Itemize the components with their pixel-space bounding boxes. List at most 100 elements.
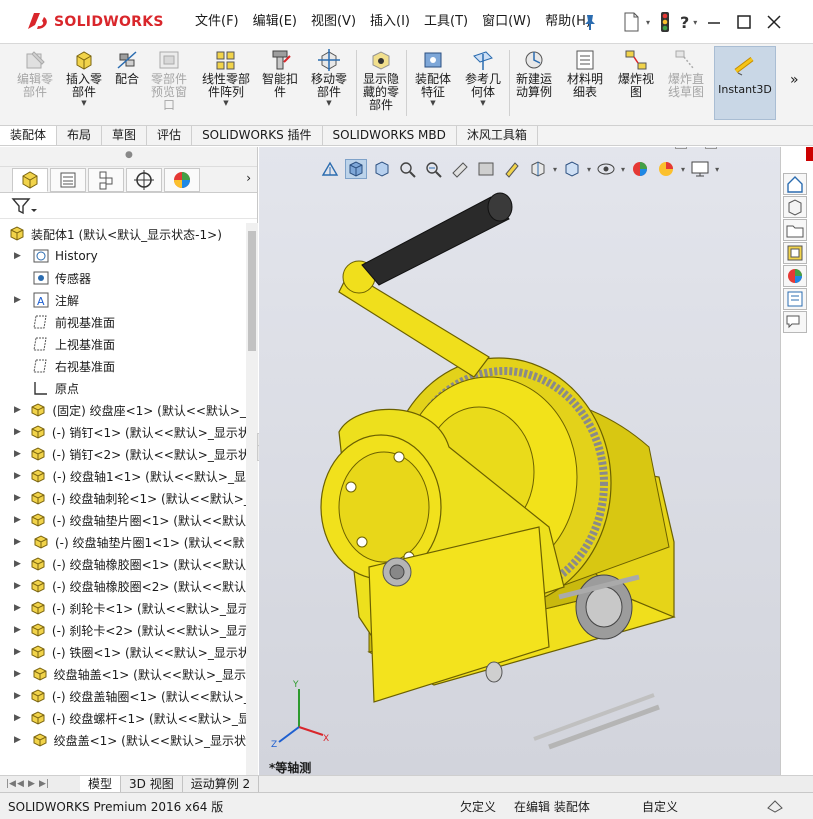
assembly-feature-dropdown-icon[interactable]: ▼ <box>410 99 456 107</box>
menu-window[interactable]: 窗口(W) <box>475 13 538 31</box>
tree-item[interactable]: ▶ (-) 绞盘轴垫片圈1<1> (默认<<默 <box>0 531 246 553</box>
unit-system[interactable]: 自定义 <box>642 798 678 815</box>
splitter-handle-icon[interactable]: ● <box>125 150 133 160</box>
tree-item[interactable]: ▶ (-) 绞盘轴橡胶圈<2> (默认<<默认 <box>0 575 246 597</box>
tree-item[interactable]: ▶ (-) 绞盘轴橡胶圈<1> (默认<<默认 <box>0 553 246 575</box>
design-library-icon[interactable] <box>783 196 807 218</box>
close-icon[interactable] <box>761 9 787 35</box>
expand-arrow-icon[interactable]: ▶ <box>14 493 21 503</box>
tree-item[interactable]: ▶ (-) 销钉<1> (默认<<默认>_显示状 <box>0 421 246 443</box>
tree-root[interactable]: 装配体1 (默认<默认_显示状态-1>) <box>0 223 246 245</box>
tree-item[interactable]: 前视基准面 <box>0 311 246 333</box>
expand-arrow-icon[interactable]: ▶ <box>14 295 24 305</box>
tree-item[interactable]: ▶ 绞盘轴盖<1> (默认<<默认>_显示 <box>0 663 246 685</box>
exploded-view-button[interactable]: 爆炸视 图 <box>613 48 659 99</box>
minimize-icon[interactable] <box>701 9 727 35</box>
maximize-icon[interactable] <box>731 9 757 35</box>
expand-arrow-icon[interactable]: ▶ <box>14 405 21 415</box>
pin-icon[interactable] <box>580 12 600 32</box>
move-component-dropdown-icon[interactable]: ▼ <box>305 99 353 107</box>
tab-motion-study-2[interactable]: 运动算例 2 <box>183 776 260 792</box>
graphics-area[interactable]: ▾ ▾ ▾ ▾ ▾ ✕ <box>259 147 780 775</box>
chevron-right-icon[interactable]: › <box>246 171 251 185</box>
tree-item[interactable]: ▶ (-) 刹轮卡<2> (默认<<默认>_显示 <box>0 619 246 641</box>
bom-button[interactable]: 材料明 细表 <box>561 48 609 99</box>
smart-fastener-button[interactable]: 智能扣 件 <box>258 48 302 99</box>
tree-filter[interactable] <box>0 193 257 219</box>
edit-component-button[interactable]: 编辑零 部件 <box>10 48 60 99</box>
expand-arrow-icon[interactable]: ▶ <box>14 691 21 701</box>
tab-mufeng-toolbox[interactable]: 沐风工具箱 <box>457 126 538 145</box>
customize-status-icon[interactable] <box>765 796 785 814</box>
component-preview-button[interactable]: 零部件 预览窗 口 <box>146 48 192 112</box>
tab-3d-view[interactable]: 3D 视图 <box>121 776 183 792</box>
tab-model[interactable]: 模型 <box>80 776 122 792</box>
tree-item[interactable]: ▶ (-) 绞盘轴刺轮<1> (默认<<默认>_ <box>0 487 246 509</box>
expand-arrow-icon[interactable]: ▶ <box>14 735 23 745</box>
help-dropdown-icon[interactable]: ▾ <box>693 18 697 27</box>
menu-edit[interactable]: 编辑(E) <box>246 13 304 31</box>
custom-properties-icon[interactable] <box>783 288 807 310</box>
expand-arrow-icon[interactable]: ▶ <box>14 471 21 481</box>
tree-item[interactable]: ▶ (-) 铁圈<1> (默认<<默认>_显示状 <box>0 641 246 663</box>
expand-arrow-icon[interactable]: ▶ <box>14 251 24 261</box>
expand-arrow-icon[interactable]: ▶ <box>14 603 21 613</box>
explode-line-sketch-button[interactable]: 爆炸直 线草图 <box>662 48 710 99</box>
tab-sketch[interactable]: 草图 <box>102 126 148 145</box>
tree-item[interactable]: 上视基准面 <box>0 333 246 355</box>
expand-arrow-icon[interactable]: ▶ <box>14 559 21 569</box>
move-component-button[interactable]: 移动零 部件 ▼ <box>305 48 353 107</box>
tree-item[interactable]: ▶ (-) 绞盘螺杆<1> (默认<<默认>_显 <box>0 707 246 729</box>
winch-model[interactable]: Y X Z <box>259 147 780 775</box>
view-palette-icon[interactable] <box>783 242 807 264</box>
home-icon[interactable] <box>783 173 807 195</box>
menu-insert[interactable]: 插入(I) <box>363 13 417 31</box>
expand-arrow-icon[interactable]: ▶ <box>14 515 21 525</box>
expand-arrow-icon[interactable]: ▶ <box>14 713 21 723</box>
expand-arrow-icon[interactable]: ▶ <box>14 537 24 547</box>
expand-arrow-icon[interactable]: ▶ <box>14 427 21 437</box>
menu-view[interactable]: 视图(V) <box>304 13 363 31</box>
tree-item[interactable]: ▶ History <box>0 245 246 267</box>
reference-geometry-button[interactable]: 参考几 何体 ▼ <box>459 48 507 107</box>
filter-icon[interactable] <box>10 195 40 217</box>
tree-item[interactable]: 右视基准面 <box>0 355 246 377</box>
new-dropdown-icon[interactable]: ▾ <box>646 18 650 27</box>
last-tab-icon[interactable]: ▶| <box>39 779 49 789</box>
panel-splitter[interactable]: ● <box>0 147 257 167</box>
tab-mbd[interactable]: SOLIDWORKS MBD <box>323 126 457 145</box>
expand-arrow-icon[interactable]: ▶ <box>14 669 23 679</box>
new-document-icon[interactable] <box>620 11 642 33</box>
property-manager-tab[interactable] <box>50 167 86 192</box>
expand-arrow-icon[interactable]: ▶ <box>14 625 21 635</box>
menu-file[interactable]: 文件(F) <box>188 13 246 31</box>
tree-scrollbar-thumb[interactable] <box>248 231 256 351</box>
instant3d-button[interactable]: Instant3D <box>714 46 776 120</box>
display-manager-tab[interactable] <box>164 167 200 192</box>
expand-arrow-icon[interactable]: ▶ <box>14 581 21 591</box>
first-tab-icon[interactable]: |◀ <box>6 779 16 789</box>
tree-item[interactable]: ▶ (-) 刹轮卡<1> (默认<<默认>_显示 <box>0 597 246 619</box>
show-hidden-button[interactable]: 显示隐 藏的零 部件 <box>358 48 404 112</box>
insert-component-dropdown-icon[interactable]: ▼ <box>60 99 108 107</box>
expand-arrow-icon[interactable]: ▶ <box>14 449 21 459</box>
feature-tree-tab[interactable] <box>12 167 48 192</box>
file-explorer-icon[interactable] <box>783 219 807 241</box>
insert-component-button[interactable]: 插入零 部件 ▼ <box>60 48 108 107</box>
menu-tools[interactable]: 工具(T) <box>417 13 475 31</box>
tree-item[interactable]: ▶ 绞盘盖<1> (默认<<默认>_显示状 <box>0 729 246 751</box>
tree-item[interactable]: ▶ (-) 绞盘轴垫片圈<1> (默认<<默认 <box>0 509 246 531</box>
prev-tab-icon[interactable]: ◀ <box>17 779 27 789</box>
dimxpert-tab[interactable] <box>126 167 162 192</box>
configuration-manager-tab[interactable] <box>88 167 124 192</box>
help-icon[interactable]: ? <box>680 13 689 32</box>
reference-geometry-dropdown-icon[interactable]: ▼ <box>459 99 507 107</box>
traffic-light-icon[interactable] <box>654 11 676 33</box>
tab-assembly[interactable]: 装配体 <box>0 126 58 145</box>
tree-item[interactable]: ▶ (-) 绞盘轴1<1> (默认<<默认>_显 <box>0 465 246 487</box>
tree-item[interactable]: ▶ (-) 销钉<2> (默认<<默认>_显示状 <box>0 443 246 465</box>
more-commands-icon[interactable]: » <box>790 72 799 88</box>
tree-item[interactable]: 原点 <box>0 377 246 399</box>
tab-layout[interactable]: 布局 <box>57 126 103 145</box>
assembly-feature-button[interactable]: 装配体 特征 ▼ <box>410 48 456 107</box>
